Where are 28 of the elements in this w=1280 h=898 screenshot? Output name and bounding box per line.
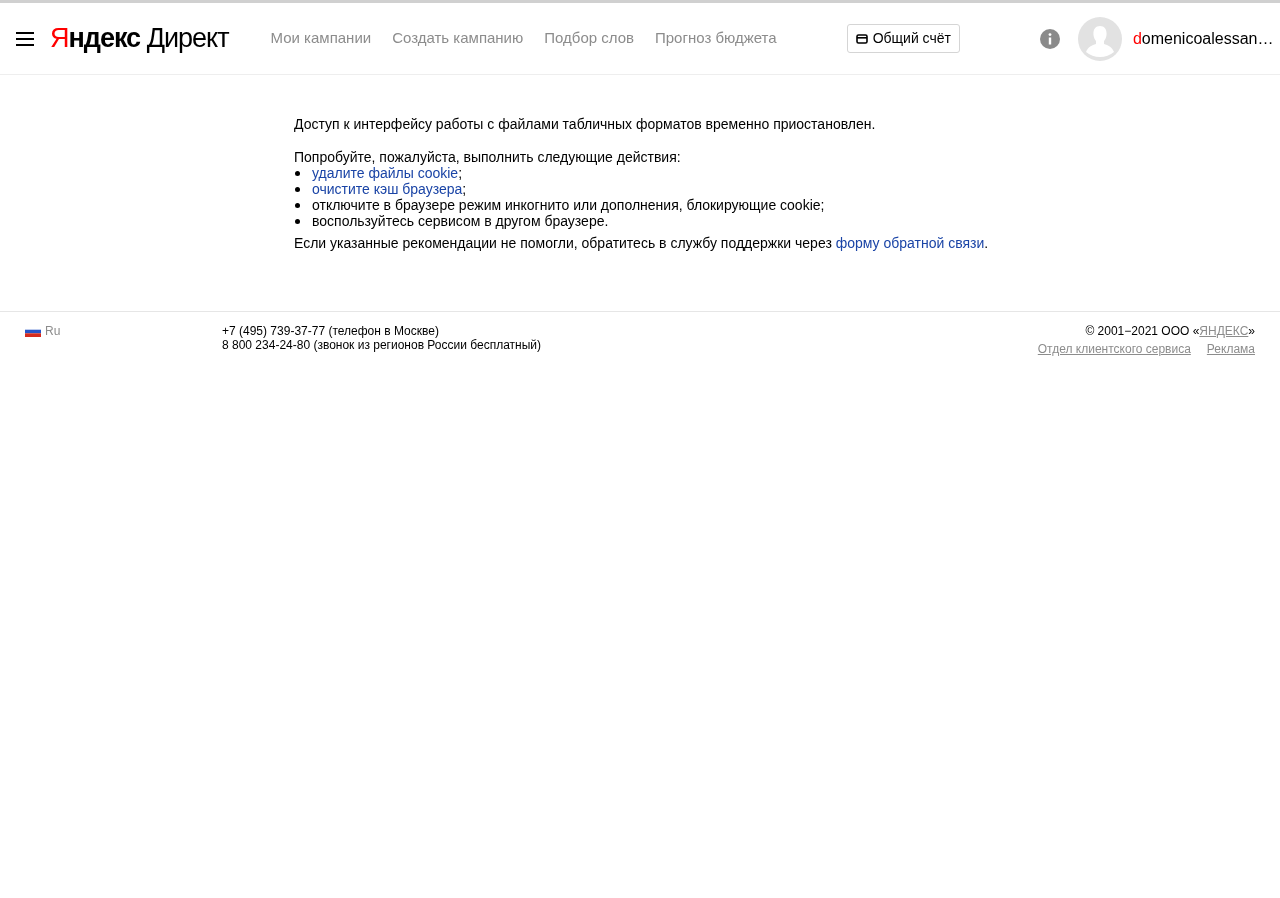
phone-text: +7 (495) 739-37-77 (телефон в Москве) xyxy=(222,324,440,338)
message-title: Доступ к интерфейсу работы с файлами табличных форматов временно приостановлен. xyxy=(294,116,877,132)
copyright-text: © 2001−2021 ООО «ЯНДЕКС» xyxy=(1085,324,1255,338)
info-icon[interactable] xyxy=(1039,28,1060,49)
account-button[interactable]: Общий счёт xyxy=(846,24,960,53)
step-text: удалите файлы cookie; xyxy=(312,165,462,181)
bullet-icon xyxy=(295,186,300,192)
wallet-icon xyxy=(855,33,868,44)
phone-text: 8 800 234-24-80 (звонок из регионов России бесплатный) xyxy=(222,338,541,352)
nav-link[interactable]: Мои кампании xyxy=(270,27,372,50)
nav-link[interactable]: Прогноз бюджета xyxy=(655,27,777,50)
message-outro: Если указанные рекомендации не помогли, обратитесь в службу поддержки через форму обратной связи. xyxy=(294,235,990,251)
nav-link[interactable]: Подбор слов xyxy=(544,27,634,50)
bullet-icon xyxy=(295,202,300,208)
nav-link[interactable]: Создать кампанию xyxy=(392,27,524,50)
username[interactable]: domenicoalessan… xyxy=(1132,26,1274,51)
footer-link[interactable]: Отдел клиентского сервиса xyxy=(1037,342,1191,356)
footer-link[interactable]: Реклама xyxy=(1206,342,1255,356)
menu-icon[interactable] xyxy=(16,31,34,46)
yandex-link[interactable]: ЯНДЕКС xyxy=(1199,324,1249,338)
bullet-icon xyxy=(295,218,300,224)
message-intro: Попробуйте, пожалуйста, выполнить следующие действия: xyxy=(294,149,682,165)
bullet-icon xyxy=(295,170,300,176)
step-text: отключите в браузере режим инкогнито или дополнения, блокирующие cookie; xyxy=(312,197,825,213)
step-text: очистите кэш браузера; xyxy=(312,181,467,197)
step-text: воспользуйтесь сервисом в другом браузере. xyxy=(312,213,609,229)
logo[interactable]: Яндекс Директ xyxy=(50,25,229,52)
language-link[interactable]: Ru xyxy=(45,324,61,338)
